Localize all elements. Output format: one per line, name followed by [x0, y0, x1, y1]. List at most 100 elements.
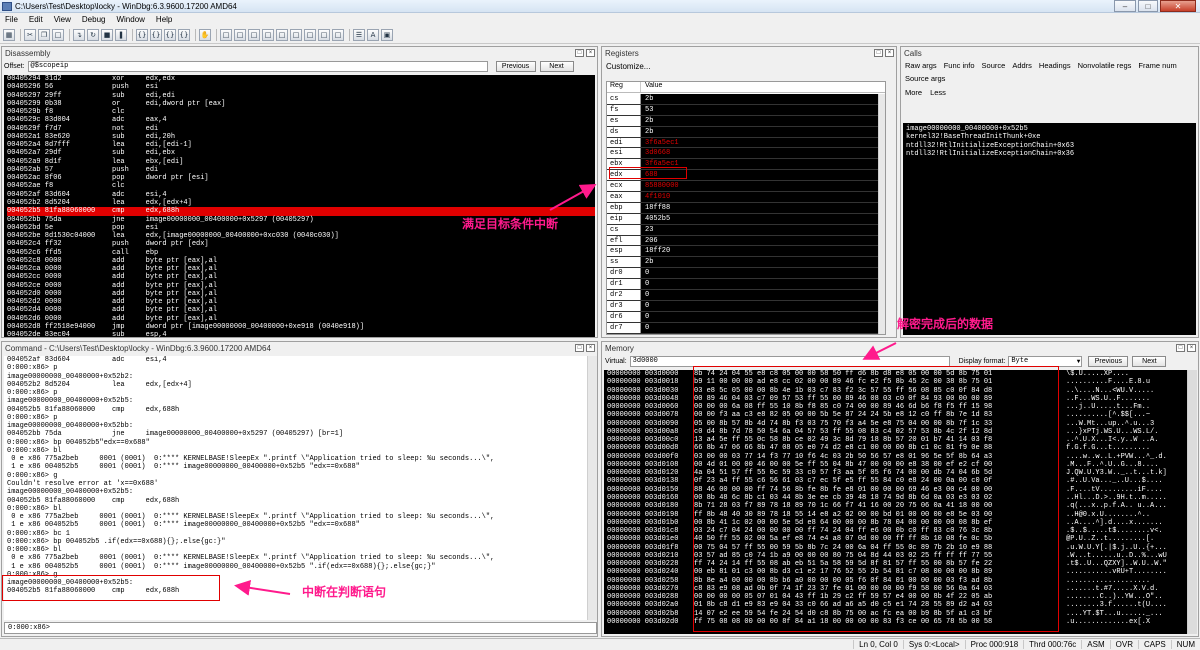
disasm-line[interactable]: 004052d2 0000 add byte ptr [eax],al — [7, 298, 595, 306]
command-input[interactable] — [54, 624, 596, 633]
call-frame[interactable]: ntdll32!RtlInitializeExceptionChain+0x63 — [906, 142, 1193, 150]
more-button[interactable]: More — [905, 88, 922, 98]
disasm-line[interactable]: 00405297 29ff sub edi,edi — [7, 92, 595, 100]
disasm-line[interactable]: 004052a4 8d7fff lea edi,[edi-1] — [7, 141, 595, 149]
call-frame[interactable]: image00000000_00400000+0x52b5 — [906, 125, 1193, 133]
disasm-line[interactable]: 004052c4 ff32 push dword ptr [edx] — [7, 240, 595, 248]
menu-view[interactable]: View — [49, 15, 77, 24]
panel-close-icon[interactable]: × — [885, 49, 894, 57]
disasm-line[interactable]: 004052cc 0000 add byte ptr [eax],al — [7, 273, 595, 281]
disasm-line[interactable]: 00405294 31d2 xor edx,edx — [7, 75, 595, 83]
command-scrollbar[interactable] — [587, 356, 597, 620]
register-row[interactable]: eax 4f1010 — [607, 192, 885, 203]
register-row[interactable]: ecx 85880000 — [607, 181, 885, 193]
source-toggle[interactable]: Source — [982, 61, 1006, 70]
register-row[interactable]: ds 2b — [607, 126, 885, 138]
break-icon[interactable]: ❚ — [115, 28, 127, 41]
minimize-button[interactable]: – — [1114, 0, 1136, 12]
open-icon[interactable]: ▦ — [3, 28, 15, 41]
menu-debug[interactable]: Debug — [77, 15, 112, 24]
register-row[interactable]: esp 18ff20 — [607, 246, 885, 258]
registers-window-icon[interactable]: □ — [262, 28, 274, 41]
addrs-toggle[interactable]: Addrs — [1012, 61, 1032, 70]
menu-window[interactable]: Window — [111, 15, 150, 24]
register-row[interactable]: es 2b — [607, 115, 885, 127]
disasm-line[interactable]: 00405296 56 push esi — [7, 83, 595, 91]
disasm-line[interactable]: 004052d8 ff2518e94000 jmp dword ptr [ima… — [7, 323, 595, 331]
raw-args-toggle[interactable]: Raw args — [905, 61, 937, 70]
register-row[interactable]: edi 3f6a5ec1 — [607, 137, 885, 149]
disasm-line[interactable]: 004052ca 0000 add byte ptr [eax],al — [7, 265, 595, 273]
register-row[interactable]: ss 2b — [607, 257, 885, 269]
value-column-header[interactable]: Value — [641, 82, 662, 92]
scratch-pad-icon[interactable]: □ — [318, 28, 330, 41]
disasm-line[interactable]: 004052ab 57 push edi — [7, 166, 595, 174]
panel-menu-icon[interactable]: □ — [874, 49, 883, 57]
menu-file[interactable]: File — [0, 15, 24, 24]
disasm-line[interactable]: 004052d4 0000 add byte ptr [eax],al — [7, 306, 595, 314]
maximize-button[interactable]: □ — [1138, 0, 1158, 12]
reg-column-header[interactable]: Reg — [607, 82, 641, 92]
call-stack-listing[interactable]: image00000000_00400000+0x52b5 kernel32!Ba… — [903, 123, 1196, 335]
disasm-line[interactable]: 004052d0 0000 add byte ptr [eax],al — [7, 290, 595, 298]
display-format-select[interactable]: Byte ▼ — [1008, 355, 1083, 367]
disasm-line[interactable]: 004052a7 29df sub edi,ebx — [7, 149, 595, 157]
register-row[interactable]: dr7 0 — [607, 322, 885, 334]
call-frame[interactable]: kernel32!BaseThreadInitThunk+0xe — [906, 133, 1193, 141]
step-out-icon[interactable]: {} — [164, 28, 176, 41]
step-over-icon[interactable]: {} — [150, 28, 162, 41]
insert-breakpoint-icon[interactable]: ✋ — [199, 28, 211, 41]
restart-icon[interactable]: ↻ — [87, 28, 99, 41]
disassembly-window-icon[interactable]: □ — [304, 28, 316, 41]
stop-debugging-icon[interactable]: ■ — [101, 28, 113, 41]
paste-icon[interactable]: □ — [52, 28, 64, 41]
close-button[interactable]: ✕ — [1160, 0, 1196, 12]
call-frame[interactable]: ntdll32!RtlInitializeExceptionChain+0x36 — [906, 150, 1193, 158]
disasm-line[interactable]: 004052a1 83e620 sub edi,20h — [7, 133, 595, 141]
panel-menu-icon[interactable]: □ — [575, 49, 584, 57]
source-mode-icon[interactable]: ☰ — [353, 28, 365, 41]
disasm-line[interactable]: 004052d6 0000 add byte ptr [eax],al — [7, 315, 595, 323]
disasm-line[interactable]: 0040529c 83d004 adc eax,4 — [7, 116, 595, 124]
menu-help[interactable]: Help — [151, 15, 178, 24]
register-row[interactable]: dr1 0 — [607, 279, 885, 291]
panel-close-icon[interactable]: × — [586, 344, 595, 352]
panel-menu-icon[interactable]: □ — [1176, 344, 1185, 352]
cut-icon[interactable]: ✂ — [24, 28, 36, 41]
headings-toggle[interactable]: Headings — [1039, 61, 1071, 70]
disasm-previous-button[interactable]: Previous — [495, 60, 536, 72]
disasm-line[interactable]: 004052b2 8d5204 lea edx,[edx+4] — [7, 199, 595, 207]
disasm-line[interactable]: 004052be 8d1530c04000 lea edx,[image0000… — [7, 232, 595, 240]
menu-edit[interactable]: Edit — [24, 15, 49, 24]
disassembly-listing[interactable]: 00405294 31d2 xor edx,edx 00405296 56 pus… — [4, 75, 595, 337]
disasm-next-button[interactable]: Next — [539, 60, 574, 72]
processes-threads-icon[interactable]: □ — [332, 28, 344, 41]
register-row[interactable]: dr3 0 — [607, 300, 885, 312]
command-window-icon[interactable]: □ — [220, 28, 232, 41]
disasm-line[interactable]: 004052c8 0000 add byte ptr [eax],al — [7, 257, 595, 265]
disasm-line[interactable]: 00405299 0b38 or edi,dword ptr [eax] — [7, 100, 595, 108]
source-args-toggle[interactable]: Source args — [901, 72, 1198, 86]
register-row[interactable]: eip 4052b5 — [607, 213, 885, 225]
disasm-line[interactable]: 0040529b f8 clc — [7, 108, 595, 116]
font-icon[interactable]: A — [367, 28, 379, 41]
memory-scrollbar[interactable] — [1187, 370, 1197, 634]
disasm-line[interactable]: 0040529f f7d7 not edi — [7, 125, 595, 133]
register-row[interactable]: efl 206 — [607, 235, 885, 247]
register-row[interactable]: esi 3d0668 — [607, 148, 885, 160]
go-icon[interactable]: ↴ — [73, 28, 85, 41]
registers-scrollbar[interactable] — [878, 94, 885, 334]
memory-window-icon[interactable]: □ — [276, 28, 288, 41]
nonvolatile-regs-toggle[interactable]: Nonvolatile regs — [1078, 61, 1132, 70]
customize-link[interactable]: Customize... — [602, 59, 896, 73]
panel-menu-icon[interactable]: □ — [575, 344, 584, 352]
register-row[interactable]: dr6 0 — [607, 311, 885, 323]
disasm-line[interactable]: 004052af 83d604 adc esi,4 — [7, 191, 595, 199]
disasm-line[interactable]: 004052ce 0000 add byte ptr [eax],al — [7, 282, 595, 290]
disasm-line[interactable]: 004052de 83ec04 sub esp,4 — [7, 331, 595, 337]
register-row[interactable]: dr2 0 — [607, 290, 885, 301]
disasm-line[interactable]: 004052a9 8d1f lea ebx,[edi] — [7, 158, 595, 166]
disasm-line[interactable]: 004052ac 8f06 pop dword ptr [esi] — [7, 174, 595, 182]
copy-icon[interactable]: ❐ — [38, 28, 50, 41]
call-stack-window-icon[interactable]: □ — [290, 28, 302, 41]
